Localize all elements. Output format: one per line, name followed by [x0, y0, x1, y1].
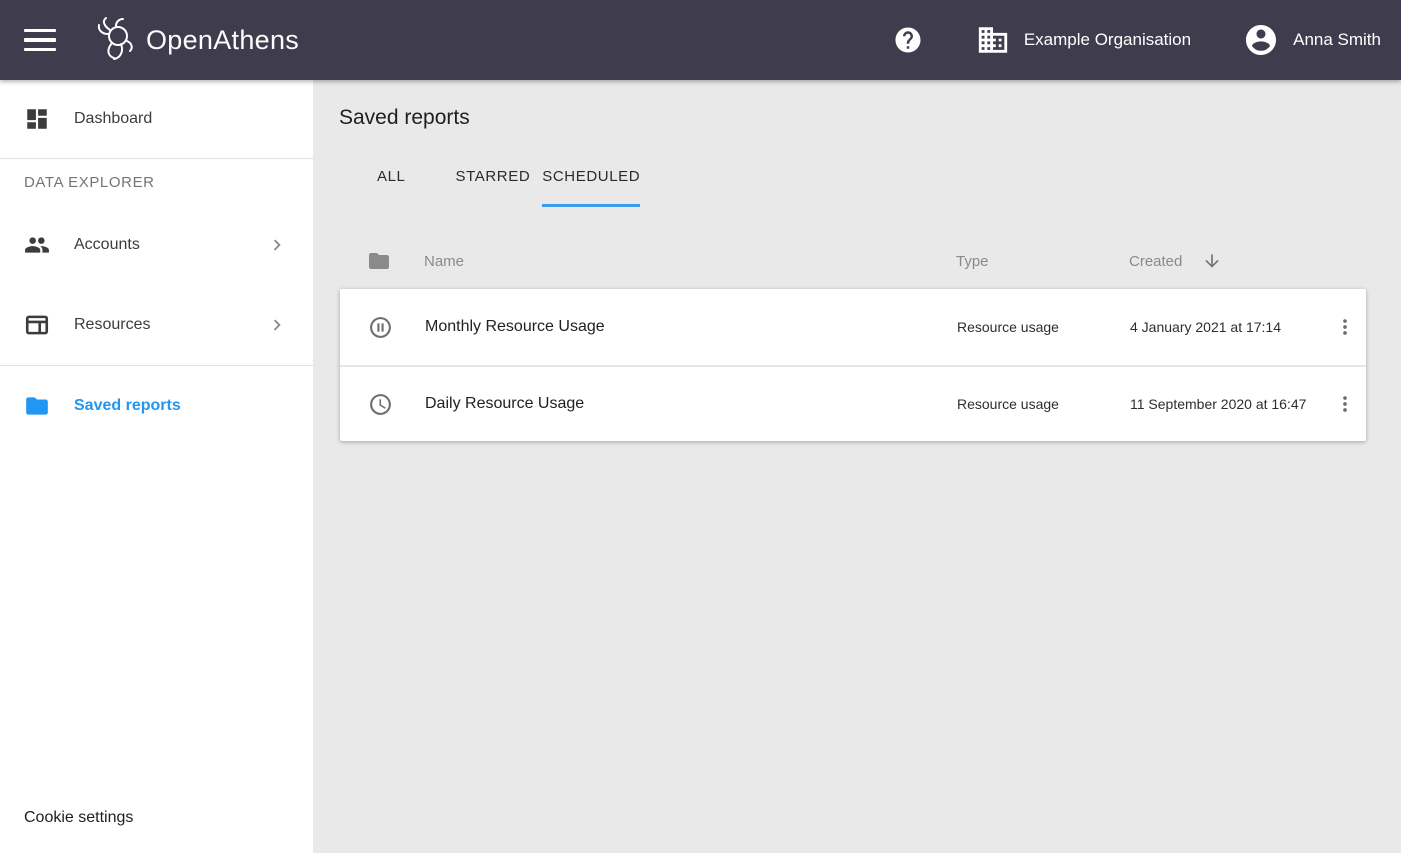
cookie-settings-link[interactable]: Cookie settings: [0, 809, 313, 853]
report-filter-tabs: ALL STARRED SCHEDULED: [353, 164, 1375, 207]
account-circle-icon: [1243, 22, 1279, 58]
column-header-name[interactable]: Name: [391, 253, 956, 270]
tab-all[interactable]: ALL: [353, 164, 430, 207]
sidebar-spacer: [0, 446, 313, 809]
sidebar-item-resources[interactable]: Resources: [0, 285, 313, 365]
sidebar-item-saved-reports[interactable]: Saved reports: [0, 366, 313, 446]
topbar: OpenAthens Example Organisation Anna Smi…: [0, 0, 1401, 80]
report-name: Monthly Resource Usage: [392, 318, 957, 336]
sidebar-item-label: Dashboard: [74, 110, 289, 128]
sidebar-item-label: Saved reports: [74, 397, 289, 415]
column-header-created[interactable]: Created: [1129, 251, 1314, 271]
user-menu[interactable]: Anna Smith: [1243, 22, 1381, 58]
table-row[interactable]: Daily Resource Usage Resource usage 11 S…: [340, 365, 1366, 441]
column-header-created-label: Created: [1129, 253, 1182, 270]
logo-text: OpenAthens: [146, 25, 299, 56]
resources-icon: [24, 312, 50, 338]
saved-reports-list: Monthly Resource Usage Resource usage 4 …: [340, 289, 1366, 441]
report-name: Daily Resource Usage: [392, 395, 957, 413]
menu-icon[interactable]: [24, 24, 56, 56]
table-header: Name Type Created: [339, 233, 1375, 289]
row-menu-button[interactable]: [1315, 393, 1375, 415]
clock-icon: [368, 392, 392, 417]
sidebar-item-accounts[interactable]: Accounts: [0, 205, 313, 285]
folder-icon: [367, 249, 391, 273]
row-menu-button[interactable]: [1315, 316, 1375, 338]
sidebar-section-label: DATA EXPLORER: [0, 159, 313, 205]
chevron-right-icon: [265, 314, 289, 336]
report-created: 4 January 2021 at 17:14: [1130, 319, 1315, 335]
sort-descending-icon[interactable]: [1202, 251, 1222, 271]
dashboard-icon: [24, 106, 50, 132]
topbar-actions: Example Organisation Anna Smith: [890, 22, 1381, 58]
report-type: Resource usage: [957, 396, 1130, 412]
user-name: Anna Smith: [1293, 30, 1381, 50]
openathens-logo-icon: [94, 16, 138, 64]
organisation-switcher[interactable]: Example Organisation: [976, 23, 1191, 57]
openathens-logo: OpenAthens: [94, 16, 299, 64]
main-content: Saved reports ALL STARRED SCHEDULED Name…: [313, 80, 1401, 853]
folder-icon: [24, 393, 50, 419]
help-icon[interactable]: [890, 22, 926, 58]
sidebar-item-dashboard[interactable]: Dashboard: [0, 80, 313, 158]
pause-circle-icon: [368, 315, 392, 340]
organisation-icon: [976, 23, 1010, 57]
sidebar: Dashboard DATA EXPLORER Accounts: [0, 80, 313, 853]
chevron-right-icon: [265, 234, 289, 256]
tab-scheduled[interactable]: SCHEDULED: [542, 164, 640, 207]
sidebar-item-label: Resources: [74, 316, 265, 334]
people-icon: [24, 232, 50, 258]
report-type: Resource usage: [957, 319, 1130, 335]
sidebar-item-label: Accounts: [74, 236, 265, 254]
column-header-type[interactable]: Type: [956, 253, 1129, 270]
tab-starred[interactable]: STARRED: [430, 164, 543, 207]
page-title: Saved reports: [339, 98, 1375, 130]
report-created: 11 September 2020 at 16:47: [1130, 396, 1315, 412]
table-row[interactable]: Monthly Resource Usage Resource usage 4 …: [340, 289, 1366, 365]
organisation-name: Example Organisation: [1024, 30, 1191, 50]
